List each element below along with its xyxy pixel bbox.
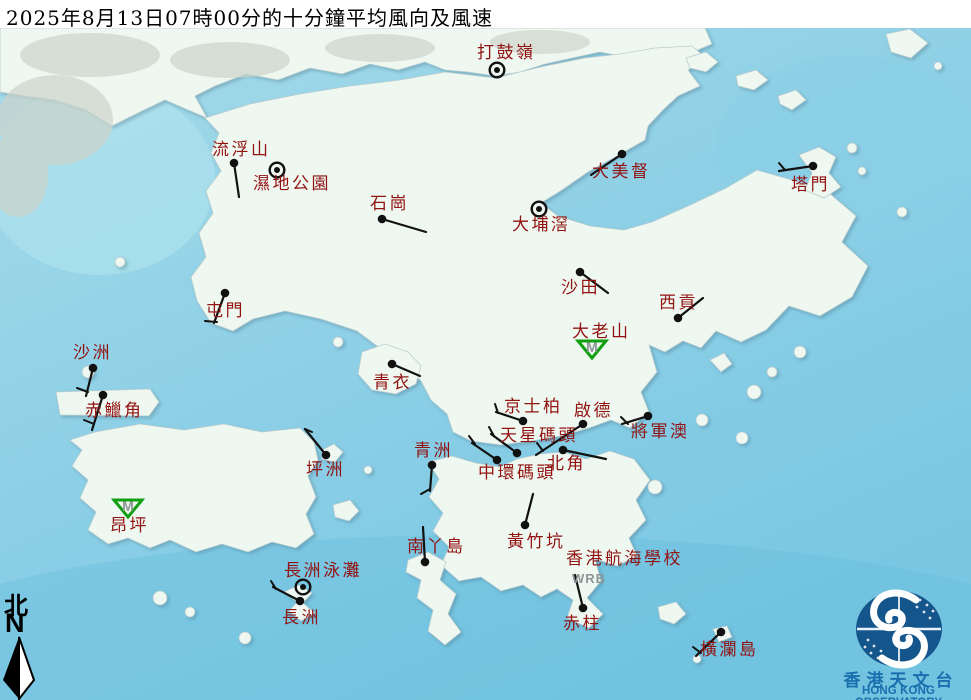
hko-logo-name-en: HONG KONG OBSERVATORY [826, 685, 971, 700]
map-title: 2025年8月13日07時00分的十分鐘平均風向及風速 [0, 0, 971, 28]
hko-logo-icon [856, 591, 942, 667]
hong-kong-map [0, 0, 971, 700]
land-lantau [70, 424, 318, 552]
compass-north-letter: N [5, 608, 25, 639]
land-airport [56, 389, 159, 416]
wind-map-screen: MM 打鼓嶺流浮山濕地公園石崗大埔滘大美督塔門沙田西貢屯門大老山沙洲青衣赤鱲角京… [0, 0, 971, 700]
